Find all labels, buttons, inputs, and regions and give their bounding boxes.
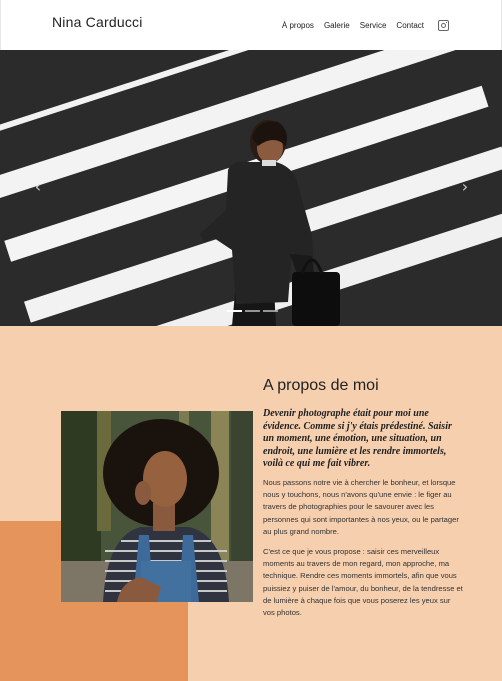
site-header: Nina Carducci À propos Galerie Service C…: [0, 0, 502, 50]
site-brand[interactable]: Nina Carducci: [52, 14, 143, 30]
portrait-photo: [61, 411, 253, 602]
about-title: A propos de moi: [263, 377, 379, 394]
carousel-dot[interactable]: [227, 310, 242, 312]
carousel-indicators: [227, 310, 278, 312]
instagram-icon[interactable]: [438, 20, 449, 31]
chevron-right-icon[interactable]: ›: [458, 176, 472, 198]
about-lead-quote: Devenir photographe était pour moi une é…: [263, 408, 452, 470]
nav-link-galerie[interactable]: Galerie: [324, 21, 350, 30]
hero-image: [0, 50, 502, 326]
hero-carousel: ‹ ›: [0, 50, 502, 326]
nav-link-service[interactable]: Service: [360, 21, 387, 30]
nav-link-contact[interactable]: Contact: [396, 21, 424, 30]
about-section: A propos de moi Devenir photographe étai…: [0, 326, 502, 681]
about-paragraph-2: C'est ce que je vous propose : saisir ce…: [263, 547, 463, 618]
nav-link-apropos[interactable]: À propos: [282, 21, 314, 30]
main-nav: À propos Galerie Service Contact: [282, 20, 449, 31]
chevron-left-icon[interactable]: ‹: [31, 176, 45, 198]
carousel-dot[interactable]: [245, 310, 260, 312]
about-paragraph-1: Nous passons notre vie à chercher le bon…: [263, 478, 459, 536]
carousel-dot[interactable]: [263, 310, 278, 312]
